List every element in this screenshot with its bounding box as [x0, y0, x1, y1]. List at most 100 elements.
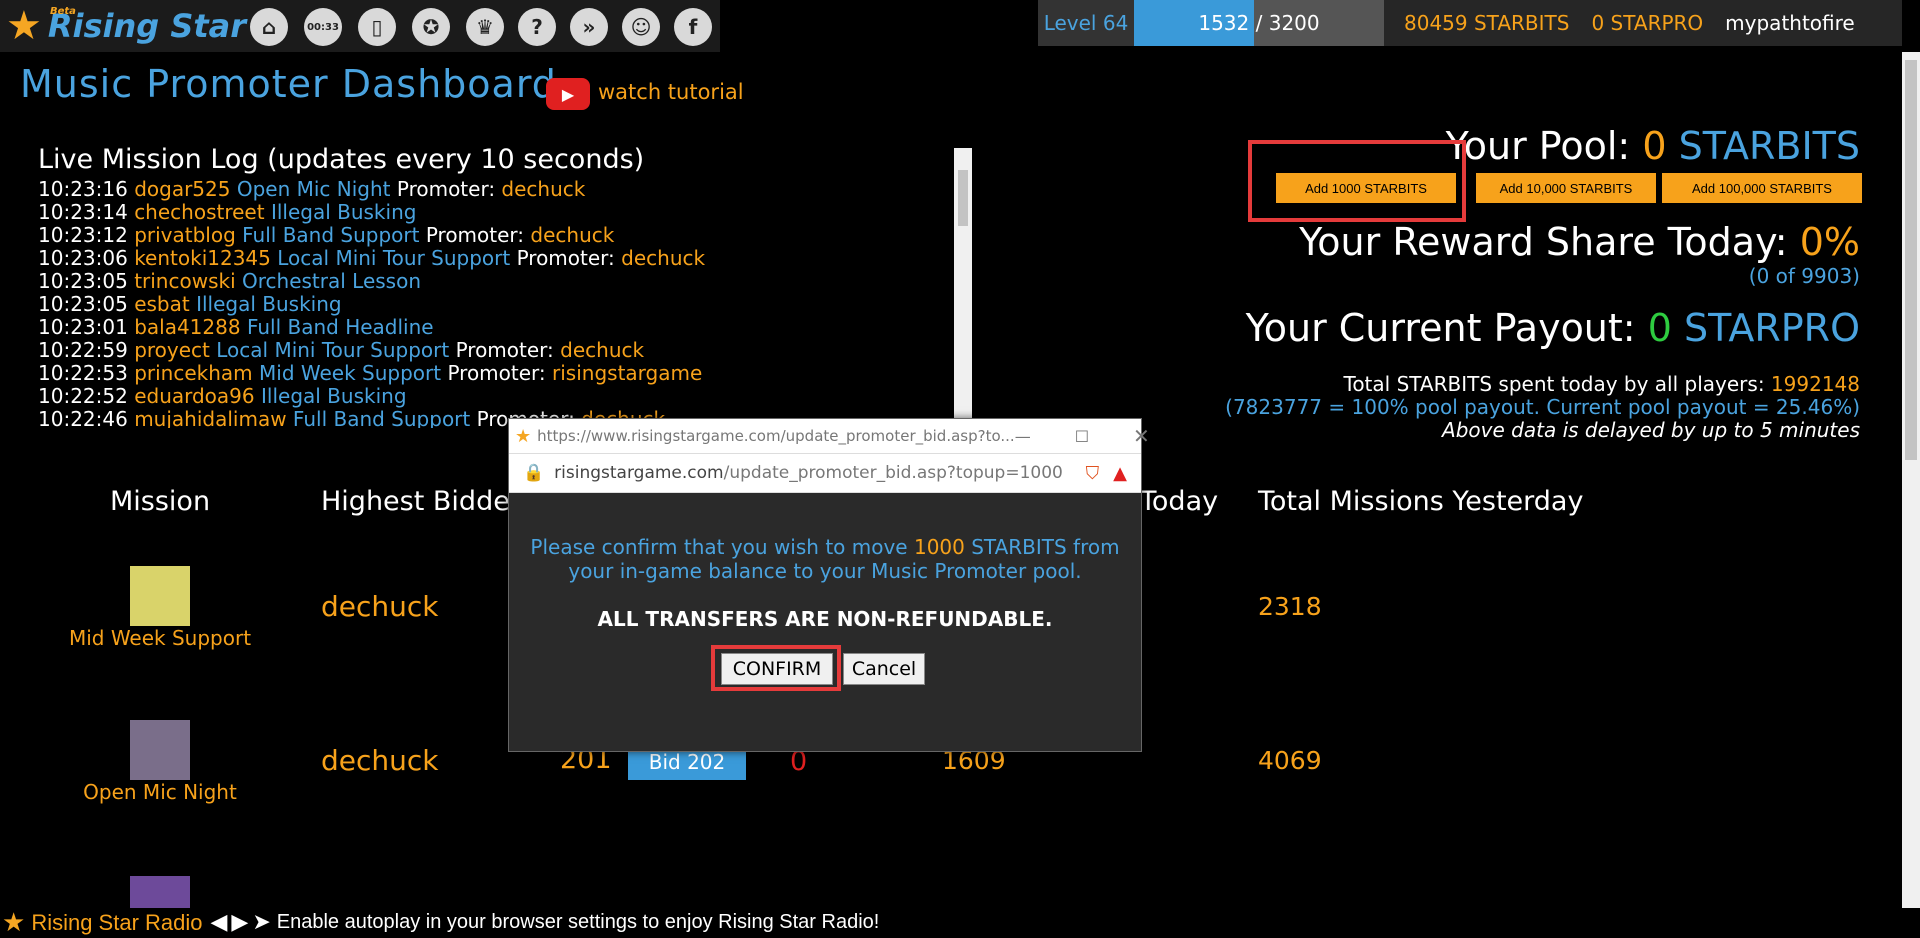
lock-icon: 🔒: [523, 463, 545, 483]
popup-url-bar: 🔒 risingstargame.com/update_promoter_bid…: [509, 453, 1141, 493]
missions-yesterday: 4069: [1258, 746, 1322, 775]
mission-name[interactable]: Open Mic Night: [40, 780, 280, 804]
log-time: 10:23:06: [38, 246, 128, 270]
mission-name[interactable]: Mid Week Support: [40, 626, 280, 650]
log-mission: Full Band Support: [292, 407, 471, 429]
clock-text: 00:33: [307, 21, 339, 33]
log-row: 10:23:12 privatblog Full Band Support Pr…: [38, 224, 958, 247]
mission-image[interactable]: [130, 566, 190, 626]
log-time: 10:22:52: [38, 384, 128, 408]
log-time: 10:22:46: [38, 407, 128, 429]
help-icon[interactable]: ?: [518, 8, 556, 46]
log-user: proyect: [134, 338, 210, 362]
missions-yesterday: 2318: [1258, 592, 1322, 621]
hive-icon[interactable]: »: [570, 8, 608, 46]
award-icon[interactable]: ✪: [412, 8, 450, 46]
header-mission: Mission: [110, 486, 211, 517]
log-scrollbar-thumb[interactable]: [958, 170, 968, 226]
log-time: 10:23:01: [38, 315, 128, 339]
log-user: eduardoa96: [134, 384, 255, 408]
log-mission: Full Band Support: [242, 223, 420, 247]
log-user: mujahidalimaw: [134, 407, 287, 429]
next-icon[interactable]: ➤: [252, 910, 270, 935]
total-spent-line: Total STARBITS spent today by all player…: [1343, 372, 1861, 396]
log-row: 10:23:05 esbat Illegal Busking: [38, 293, 958, 316]
header-today: Today: [1140, 486, 1219, 517]
delay-note: Above data is delayed by up to 5 minutes: [1442, 418, 1860, 442]
home-icon[interactable]: ⌂: [250, 8, 288, 46]
log-row: 10:23:01 bala41288 Full Band Headline: [38, 316, 958, 339]
brand-name: Rising Star: [47, 7, 247, 45]
reward-share-value: 0%: [1799, 220, 1860, 264]
log-time: 10:23:05: [38, 292, 128, 316]
log-user: kentoki12345: [134, 246, 271, 270]
log-user: chechostreet: [134, 200, 265, 224]
watch-tutorial-link[interactable]: watch tutorial: [598, 80, 744, 104]
log-mission: Illegal Busking: [270, 200, 417, 224]
log-user: esbat: [134, 292, 190, 316]
brave-shield-icon[interactable]: ⛉: [1086, 463, 1100, 484]
log-mission: Mid Week Support: [259, 361, 442, 385]
star-icon: ★: [6, 3, 42, 49]
youtube-icon[interactable]: ▶: [546, 78, 590, 110]
trophy-icon[interactable]: ♛: [466, 8, 504, 46]
log-user: princekham: [134, 361, 253, 385]
log-promoter: dechuck: [501, 178, 586, 201]
discord-icon[interactable]: ☺: [622, 8, 660, 46]
log-time: 10:23:12: [38, 223, 128, 247]
highlight-box: [1248, 140, 1466, 222]
log-mission: Local Mini Tour Support: [216, 338, 450, 362]
mute-icon[interactable]: ◀︎: [211, 910, 228, 935]
log-promoter-label: Promoter:: [447, 361, 546, 385]
add-100000-starbits-button[interactable]: Add 100,000 STARBITS: [1662, 173, 1862, 203]
log-row: 10:23:06 kentoki12345 Local Mini Tour Su…: [38, 247, 958, 270]
popup-title: https://www.risingstargame.com/update_pr…: [537, 427, 1015, 445]
add-10000-starbits-button[interactable]: Add 10,000 STARBITS: [1476, 173, 1656, 203]
rewards-icon[interactable]: ▲: [1113, 463, 1127, 484]
cards-icon[interactable]: ▯: [358, 8, 396, 46]
log-time: 10:23:16: [38, 178, 128, 201]
cancel-button[interactable]: Cancel: [843, 653, 925, 685]
highest-bidder: dechuck: [321, 744, 439, 777]
confirm-button[interactable]: CONFIRM: [721, 653, 833, 685]
close-icon[interactable]: ✕: [1133, 424, 1150, 448]
play-icon[interactable]: ▶: [231, 910, 248, 935]
brand-logo[interactable]: ★ Rising Star: [6, 4, 246, 48]
log-row: 10:23:16 dogar525 Open Mic Night Promote…: [38, 178, 958, 201]
log-mission: Orchestral Lesson: [242, 269, 422, 293]
header-highest-bidder: Highest Bidde: [321, 486, 510, 517]
live-mission-log-title: Live Mission Log (updates every 10 secon…: [38, 144, 645, 175]
minimize-icon[interactable]: —: [1015, 427, 1031, 446]
page-scrollbar-thumb[interactable]: [1905, 60, 1917, 460]
log-user: privatblog: [134, 223, 236, 247]
non-refundable-warning: ALL TRANSFERS ARE NON-REFUNDABLE.: [597, 607, 1053, 631]
url-path: /update_promoter_bid.asp?topup=1000: [723, 463, 1063, 483]
level-indicator: Level 64: [1038, 0, 1134, 46]
log-row: 10:22:53 princekham Mid Week Support Pro…: [38, 362, 958, 385]
username[interactable]: mypathtofire: [1725, 11, 1855, 35]
highest-bidder: dechuck: [321, 590, 439, 623]
payout-value: 0: [1647, 306, 1672, 350]
mission-image[interactable]: [130, 720, 190, 780]
confirm-popup-window: ★ https://www.risingstargame.com/update_…: [508, 418, 1150, 752]
level-label: Level 64: [1043, 11, 1129, 35]
log-row: 10:23:05 trincowski Orchestral Lesson: [38, 270, 958, 293]
log-mission: Illegal Busking: [261, 384, 407, 408]
log-promoter-label: Promoter:: [425, 223, 525, 247]
log-promoter-label: Promoter:: [455, 338, 554, 362]
log-time: 10:23:05: [38, 269, 128, 293]
log-mission: Full Band Headline: [246, 315, 434, 339]
log-promoter-label: Promoter:: [516, 246, 615, 270]
log-user: dogar525: [134, 178, 231, 201]
log-promoter: dechuck: [530, 223, 615, 247]
log-promoter: risingstargame: [552, 361, 703, 385]
clock-icon[interactable]: 00:33: [304, 8, 342, 46]
log-mission: Local Mini Tour Support: [277, 246, 511, 270]
facebook-icon[interactable]: f: [674, 8, 712, 46]
mission-image[interactable]: [130, 876, 190, 908]
reward-share-detail: (0 of 9903): [1748, 264, 1860, 288]
radio-title: Rising Star Radio: [31, 909, 203, 935]
url-domain: risingstargame.com: [554, 463, 724, 483]
pool-payout-line: (7823777 = 100% pool payout. Current poo…: [1225, 395, 1860, 419]
maximize-icon[interactable]: ☐: [1075, 427, 1089, 446]
